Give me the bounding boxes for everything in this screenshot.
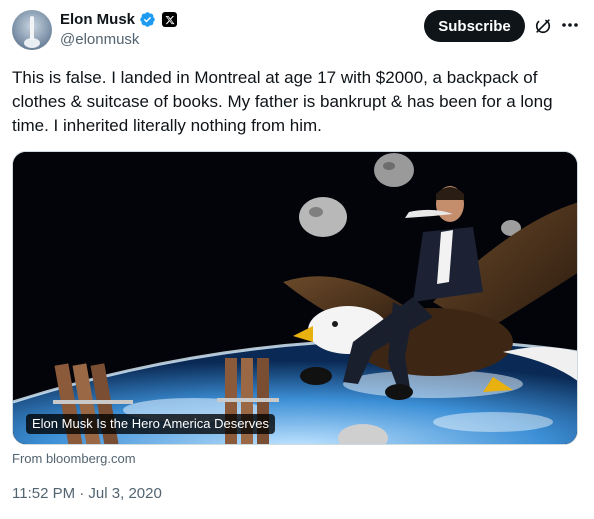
author-name-row: Elon Musk (60, 11, 178, 28)
avatar-rocket (30, 16, 34, 40)
author-handle[interactable]: @elonmusk (60, 31, 139, 48)
avatar[interactable] (12, 10, 52, 50)
card-source-link[interactable]: From bloomberg.com (12, 451, 136, 466)
x-logo-icon (162, 12, 178, 27)
verified-badge-icon (140, 12, 155, 27)
link-card-image[interactable]: Elon Musk Is the Hero America Deserves (12, 151, 578, 445)
tweet-text: This is false. I landed in Montreal at a… (12, 68, 553, 135)
tweet-timestamp[interactable]: 11:52 PM · Jul 3, 2020 (12, 485, 162, 502)
grok-icon[interactable] (533, 16, 553, 36)
author-name[interactable]: Elon Musk (60, 11, 135, 28)
more-icon[interactable] (560, 15, 580, 35)
card-illustration (13, 152, 577, 444)
card-title: Elon Musk Is the Hero America Deserves (26, 414, 275, 434)
subscribe-button[interactable]: Subscribe (424, 10, 525, 42)
